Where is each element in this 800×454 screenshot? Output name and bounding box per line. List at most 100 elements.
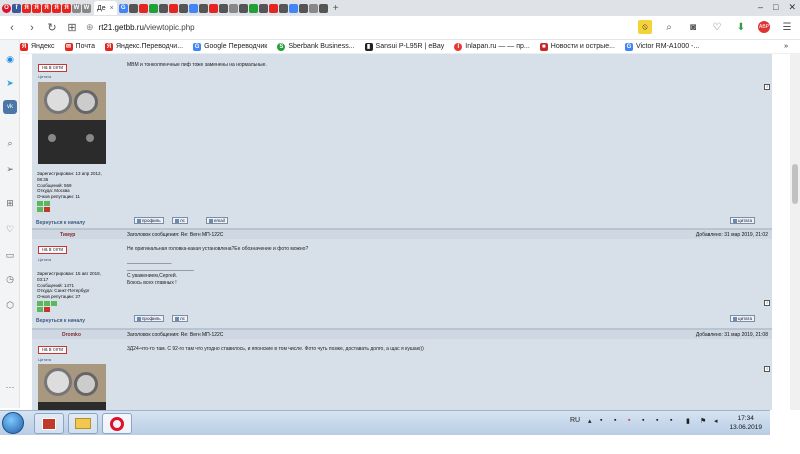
bookmark-sberbank[interactable]: S Sberbank Business... [277, 42, 355, 51]
profile-button[interactable]: профиль [134, 315, 164, 322]
flag-icon[interactable]: ⚑ [700, 417, 706, 425]
report-post-icon[interactable]: ! [764, 366, 770, 372]
tab-favicon-13[interactable] [158, 3, 168, 13]
back-to-top-link[interactable]: Вернуться к началу [36, 220, 85, 226]
tab-favicon-2[interactable]: Я [22, 3, 31, 13]
tab-favicon-14[interactable] [168, 3, 178, 13]
taskbar-app-explorer[interactable] [68, 413, 98, 434]
minimize-button[interactable]: – [758, 2, 763, 13]
pm-button[interactable]: лс [172, 315, 188, 322]
search-icon[interactable]: ⌕ [662, 20, 676, 34]
camera-icon[interactable]: ◙ [686, 20, 700, 34]
tab-favicon-20[interactable] [228, 3, 238, 13]
forward-icon[interactable]: › [24, 20, 40, 36]
post-author[interactable]: Dromko [62, 332, 81, 338]
speed-dial-sidebar-icon[interactable]: ⊞ [3, 196, 17, 210]
tab-favicon-7[interactable]: W [72, 3, 81, 13]
close-window-button[interactable]: ✕ [788, 2, 796, 13]
bookmark-mail[interactable]: ✉ Почта [64, 42, 95, 51]
network-icon[interactable]: ▮ [686, 417, 690, 425]
rep-plus-icon[interactable] [44, 200, 50, 206]
bookmark-yandex-translate[interactable]: Я Яндекс.Переводчи... [105, 42, 183, 51]
tab-favicon-25[interactable] [278, 3, 288, 13]
tab-favicon-19[interactable] [218, 3, 228, 13]
tab-favicon-8[interactable]: W [82, 3, 91, 13]
speed-dial-icon[interactable]: ⊞ [64, 20, 80, 36]
rep-plus-icon[interactable] [37, 300, 43, 306]
taskbar-app-paint[interactable] [34, 413, 64, 434]
bookmark-victor[interactable]: G Victor RM-A1000 -... [624, 42, 699, 51]
tray-app-icon[interactable]: ▪ [642, 417, 644, 424]
tab-favicon-9[interactable]: G [118, 3, 128, 13]
tab-favicon-12[interactable] [148, 3, 158, 13]
maximize-button[interactable]: □ [773, 2, 778, 13]
bookmark-yandex[interactable]: Я Яндекс [20, 42, 55, 51]
tab-favicon-17[interactable] [198, 3, 208, 13]
download-icon[interactable]: ⬇ [734, 20, 748, 34]
tray-app-icon[interactable]: ▪ [614, 417, 616, 424]
email-button[interactable]: email [206, 217, 228, 224]
clock[interactable]: 17:34 13.06.2019 [729, 414, 762, 432]
report-post-icon[interactable]: ! [764, 84, 770, 90]
tab-favicon-23[interactable] [258, 3, 268, 13]
bookmark-ebay[interactable]: ▮ Sansui P-L95R | eBay [364, 42, 444, 51]
tab-favicon-27[interactable] [298, 3, 308, 13]
easy-setup-icon[interactable]: ☰ [780, 20, 794, 34]
tray-chevron-icon[interactable]: ▴ [588, 417, 592, 425]
telegram-icon[interactable]: ➤ [3, 76, 17, 90]
tab-favicon-26[interactable] [288, 3, 298, 13]
rep-plus-icon[interactable] [51, 300, 57, 306]
post-author[interactable]: Тимур [60, 232, 75, 238]
tab-favicon-24[interactable] [268, 3, 278, 13]
site-info-icon[interactable]: ⊕ [86, 22, 94, 33]
tray-app-icon[interactable]: ▪ [656, 417, 658, 424]
vk-icon[interactable]: vk [3, 100, 17, 114]
opera-menu-icon[interactable]: O [2, 3, 11, 13]
bookmark-inlapan[interactable]: I Inlapan.ru — — пр... [454, 42, 530, 51]
heart-sidebar-icon[interactable]: ♡ [3, 222, 17, 236]
tab-favicon-18[interactable] [208, 3, 218, 13]
bookmark-news[interactable]: ■ Новости и острые... [539, 42, 615, 51]
page-scrollbar[interactable] [790, 54, 800, 410]
tab-favicon-6[interactable]: Я [62, 3, 71, 13]
tray-app-icon[interactable]: ▪ [600, 417, 602, 424]
bookmarks-overflow-icon[interactable]: » [784, 43, 788, 50]
reload-icon[interactable]: ↻ [44, 20, 60, 36]
tab-favicon-29[interactable] [318, 3, 328, 13]
tab-favicon-11[interactable] [138, 3, 148, 13]
heart-icon[interactable]: ♡ [710, 20, 724, 34]
tab-favicon-4[interactable]: Я [42, 3, 51, 13]
tab-favicon-10[interactable] [128, 3, 138, 13]
tab-favicon-15[interactable] [178, 3, 188, 13]
news-sidebar-icon[interactable]: ▭ [3, 248, 17, 262]
tray-app-icon[interactable]: ▪ [628, 417, 630, 424]
scrollbar-thumb[interactable] [792, 164, 798, 204]
extensions-icon[interactable]: ⬡ [3, 298, 17, 312]
quote-button[interactable]: цитата [730, 315, 756, 322]
address-field[interactable]: ⊕ rt21.getbb.ru/viewtopic.php [86, 19, 546, 37]
back-icon[interactable]: ‹ [4, 20, 20, 36]
tab-favicon-1[interactable]: f [12, 3, 21, 13]
volume-icon[interactable]: ◂ [714, 417, 718, 425]
search-sidebar-icon[interactable]: ⌕ [3, 136, 17, 150]
more-icon[interactable]: ··· [3, 380, 17, 394]
adblock-icon[interactable]: ABP [758, 21, 770, 33]
vpn-icon[interactable]: ⦸ [638, 20, 652, 34]
tab-favicon-28[interactable] [308, 3, 318, 13]
profile-button[interactable]: профиль [134, 217, 164, 224]
tab-favicon-16[interactable] [188, 3, 198, 13]
back-to-top-link[interactable]: Вернуться к началу [36, 318, 85, 324]
active-tab[interactable]: Де × [94, 1, 117, 15]
rep-plus-icon[interactable] [44, 300, 50, 306]
tray-app-icon[interactable]: ▪ [670, 417, 672, 424]
history-icon[interactable]: ◷ [3, 272, 17, 286]
language-indicator[interactable]: RU [570, 417, 580, 424]
rep-plus-icon[interactable] [37, 200, 43, 206]
quote-button[interactable]: цитата [730, 217, 756, 224]
messenger-icon[interactable]: ◉ [3, 52, 17, 66]
tab-favicon-3[interactable]: Я [32, 3, 41, 13]
taskbar-app-opera[interactable] [102, 413, 132, 434]
report-post-icon[interactable]: ! [764, 300, 770, 306]
tab-favicon-5[interactable]: Я [52, 3, 61, 13]
new-tab-button[interactable]: + [333, 3, 339, 14]
